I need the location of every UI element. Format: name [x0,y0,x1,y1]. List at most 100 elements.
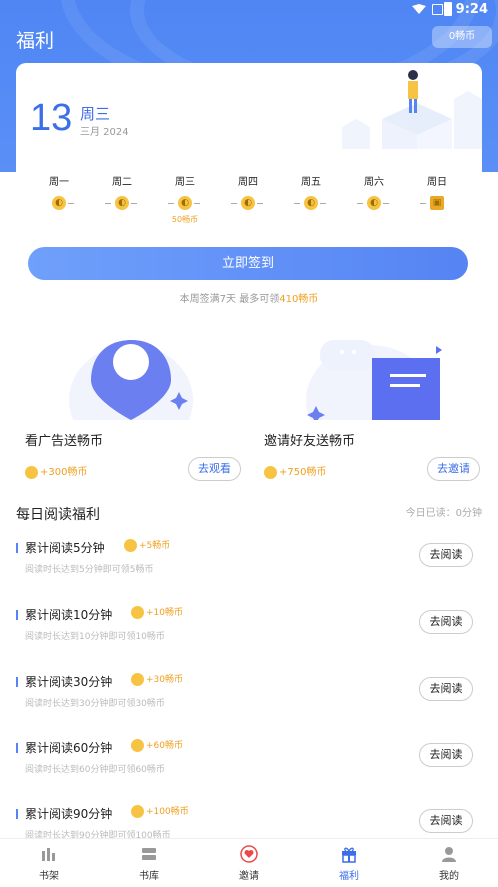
heart-icon [240,845,258,863]
coin-icon: ◐ [115,196,129,210]
promo-reward: +750畅币 [264,463,326,479]
task-reward: +60畅币 [131,738,183,752]
coin-icon: ◐ [241,196,255,210]
checkin-note-text: 本周签满7天 最多可领 [179,294,280,305]
coin-icon [131,673,144,686]
task-reward: +5畅币 [124,538,170,552]
task-marker [16,543,18,553]
task-title: 累计阅读10分钟 [25,608,113,622]
checkin-day: 13 [30,97,73,139]
library-icon [142,848,156,860]
read-button[interactable]: 去阅读 [419,809,473,833]
coin-icon [131,606,144,619]
coin-icon: ◐ [178,196,192,210]
page-title: 福利 [16,30,55,52]
nav-item-profile[interactable]: 我的 [419,845,479,882]
gift-icon: ▣ [430,196,444,210]
nav-label: 我的 [439,871,459,882]
week-day-label: 周五 [301,177,321,188]
week-day-label: 周四 [238,177,258,188]
read-button[interactable]: 去阅读 [419,677,473,701]
coin-icon [25,465,38,479]
task-reward-text: +60畅币 [146,741,183,751]
promo-watch-ad: 看广告送畅币 +300畅币 去观看 [16,330,241,490]
promo-reward-text: +300畅币 [40,467,88,478]
nav-label: 福利 [339,871,359,882]
task-desc: 阅读时长达到60分钟即可领60畅币 [25,765,165,775]
coin-icon [124,539,137,552]
nav-item-bookshelf[interactable]: 书架 [19,845,79,882]
reading-task: 累计阅读60分钟 +60畅币 阅读时长达到60分钟即可领60畅币 去阅读 [16,738,482,798]
checkin-note-highlight: 410畅币 [279,294,319,305]
reading-task: 累计阅读5分钟 +5畅币 阅读时长达到5分钟即可领5畅币 去阅读 [16,538,482,598]
task-reward: +10畅币 [131,605,183,619]
checkin-illustration [342,70,482,149]
week-day-label: 周日 [427,177,447,188]
task-title: 累计阅读30分钟 [25,675,113,689]
coin-icon [131,739,144,752]
promo-title: 邀请好友送畅币 [264,434,356,449]
week-day: 周三 ◐ 50畅币 [155,173,215,225]
promo-reward: +300畅币 [25,463,87,479]
nav-item-invite[interactable]: 邀请 [219,845,279,882]
coin-icon: ◐ [304,196,318,210]
week-day-label: 周一 [49,177,69,188]
coin-icon [131,805,144,818]
read-button[interactable]: 去阅读 [419,543,473,567]
today-read-time: 今日已读：0分钟 [405,508,482,519]
task-marker [16,809,18,819]
status-time: 9:24 [455,2,488,17]
task-desc: 阅读时长达到10分钟即可领10畅币 [25,632,165,642]
checkin-note: 本周签满7天 最多可领410畅币 [16,290,482,305]
week-day: 周二 ◐ [92,173,152,214]
battery-icon [444,2,452,16]
nav-label: 邀请 [239,871,259,882]
coin-icon: ◐ [367,196,381,210]
checkin-button[interactable]: 立即签到 [28,247,468,280]
task-reward-text: +100畅币 [146,807,189,817]
task-title: 累计阅读60分钟 [25,741,113,755]
task-reward-text: +30畅币 [146,675,183,685]
nav-item-library[interactable]: 书库 [119,845,179,882]
week-day: 周日 ▣ [407,173,467,214]
coin-icon: ◐ [52,196,66,210]
week-day: 周五 ◐ [281,173,341,214]
task-desc: 阅读时长达到30分钟即可领30畅币 [25,699,165,709]
coin-icon [264,465,277,479]
task-desc: 阅读时长达到5分钟即可领5畅币 [25,565,154,575]
week-day: 周四 ◐ [218,173,278,214]
week-day-label: 周六 [364,177,384,188]
gift-icon [342,847,356,863]
checkin-card: 13 周三 三月 2024 周一 ◐ 周二 ◐ 周三 ◐ 50畅币 周四 ◐ 周五 ◐ 周六… [16,63,482,313]
task-reward-text: +5畅币 [139,541,171,551]
read-button[interactable]: 去阅读 [419,743,473,767]
week-day-label: 周二 [112,177,132,188]
no-signal-icon [432,4,443,15]
checkin-weekday: 周三 [80,105,111,123]
week-day-label: 周三 [175,177,195,188]
bottom-nav: 书架 书库 邀请 福利 我的 [0,838,498,887]
task-marker [16,677,18,687]
reading-task: 累计阅读10分钟 +10畅币 阅读时长达到10分钟即可领10畅币 去阅读 [16,605,482,665]
watch-ad-button[interactable]: 去观看 [188,457,241,481]
nav-label: 书架 [39,871,59,882]
nav-label: 书库 [139,871,159,882]
read-button[interactable]: 去阅读 [419,610,473,634]
reading-section-title: 每日阅读福利 [16,507,100,523]
wifi-icon [412,4,426,14]
invite-button[interactable]: 去邀请 [427,457,480,481]
nav-item-welfare[interactable]: 福利 [319,845,379,882]
checkin-month: 三月 2024 [80,127,129,138]
task-reward: +100畅币 [131,804,189,818]
week-day-reward: 50畅币 [171,215,199,224]
bookshelf-icon [42,848,55,861]
task-title: 累计阅读90分钟 [25,807,113,821]
promo-reward-text: +750畅币 [279,467,327,478]
promo-invite: 邀请好友送畅币 +750畅币 去邀请 [255,330,480,490]
week-progress: 周一 ◐ 周二 ◐ 周三 ◐ 50畅币 周四 ◐ 周五 ◐ 周六 ◐ 周日 ▣ [16,173,482,233]
task-title: 累计阅读5分钟 [25,541,105,555]
chat-illustration [306,340,442,420]
location-pin-illustration [69,340,193,420]
task-reward-text: +10畅币 [146,608,183,618]
task-marker [16,610,18,620]
